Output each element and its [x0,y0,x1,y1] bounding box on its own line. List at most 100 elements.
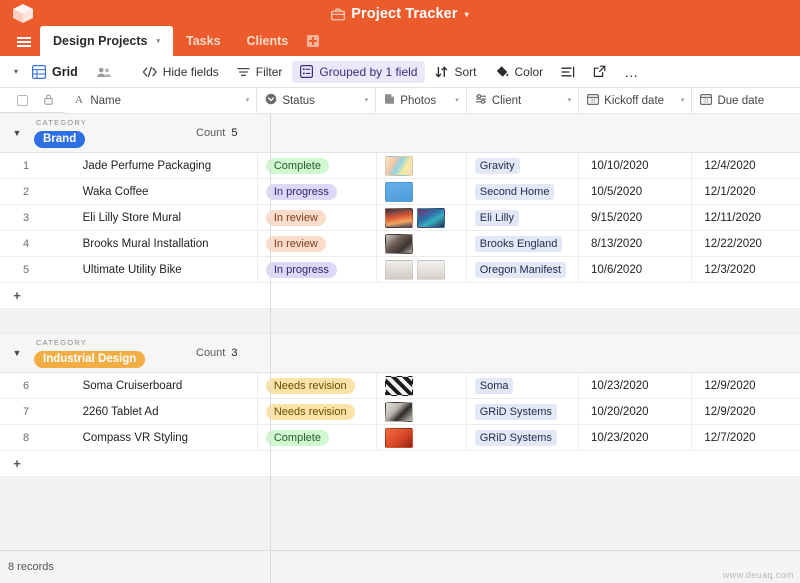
hamburger-menu-icon[interactable] [12,28,36,56]
cell-client[interactable]: Second Home [467,178,579,205]
cell-kickoff-date[interactable]: 10/6/2020 [579,256,693,283]
cell-name[interactable]: Compass VR Styling [66,424,258,451]
cell-name[interactable]: Eli Lilly Store Mural [66,204,258,231]
add-table-button[interactable] [301,26,325,56]
cell-status[interactable]: In progress [258,178,377,205]
add-record-row[interactable]: + [0,283,800,309]
add-record-plus-icon[interactable]: + [0,451,34,477]
cell-client[interactable]: Eli Lilly [467,204,579,231]
grid-body[interactable]: ▼ CATEGORY Brand Count 5 1 Jade Perfume Packag… [0,113,800,550]
client-chip[interactable]: Brooks England [474,235,563,252]
column-header-status[interactable]: Status ▾ [257,88,377,113]
cell-kickoff-date[interactable]: 10/23/2020 [579,372,693,399]
cell-client[interactable]: GRiD Systems [467,424,579,451]
color-button[interactable]: Color [487,61,552,83]
cell-due-date[interactable]: 12/9/2020 [692,399,800,425]
cell-photos[interactable] [377,230,467,257]
cell-photos[interactable] [377,398,467,425]
perfume-bottles-thumbnail[interactable] [384,155,413,176]
column-chevron-down-icon[interactable]: ▾ [455,96,459,104]
column-chevron-down-icon[interactable]: ▾ [246,96,250,104]
client-chip[interactable]: Eli Lilly [474,209,519,226]
cell-client[interactable]: Oregon Manifest [467,256,579,283]
cell-status[interactable]: Needs revision [258,398,377,425]
coffee-packet-thumbnail[interactable] [384,181,413,202]
table-row[interactable]: 8 Compass VR Styling Complete GRiD Systems 1… [0,424,800,451]
tab-tasks[interactable]: Tasks [173,26,234,56]
column-chevron-down-icon[interactable]: ▾ [365,96,369,104]
cell-kickoff-date[interactable]: 8/13/2020 [579,230,693,257]
table-row[interactable]: 1 Jade Perfume Packaging Complete Gravity 10… [0,152,800,179]
client-chip[interactable]: Oregon Manifest [474,261,567,278]
column-header-name[interactable]: A Name ▾ [65,88,258,113]
cell-photos[interactable] [377,178,467,205]
cell-due-date[interactable]: 12/22/2020 [692,231,800,257]
group-value-pill[interactable]: Industrial Design [34,350,146,368]
client-chip[interactable]: Second Home [474,183,555,200]
cell-photos[interactable] [377,204,467,231]
app-title-chevron-down-icon[interactable]: ▾ [465,10,469,19]
hide-fields-button[interactable]: Hide fields [134,61,227,83]
group-value-pill[interactable]: Brand [34,130,86,148]
table-row[interactable]: 6 Soma Cruiserboard Needs revision Soma 10/2… [0,372,800,399]
cell-kickoff-date[interactable]: 10/23/2020 [579,424,693,451]
sidebar-toggle-chevron-icon[interactable]: ▾ [10,67,24,76]
column-header-photos[interactable]: Photos ▾ [376,88,467,113]
client-chip[interactable]: Soma [474,377,514,394]
column-header-kickoff-date[interactable]: 31 Kickoff date ▾ [579,88,693,113]
cell-photos[interactable] [377,372,467,399]
mural-sketch-thumbnail[interactable] [384,207,413,228]
vr-headset-thumbnail[interactable] [384,427,413,448]
cell-status[interactable]: Complete [258,152,377,179]
cell-kickoff-date[interactable]: 10/5/2020 [579,178,693,205]
cell-kickoff-date[interactable]: 10/20/2020 [579,398,693,425]
column-header-due-date[interactable]: 31 Due date [692,88,800,113]
cell-status[interactable]: In review [258,230,377,257]
cell-status[interactable]: In progress [258,256,377,283]
column-chevron-down-icon[interactable]: ▾ [568,96,572,104]
cell-client[interactable]: Brooks England [467,230,579,257]
cell-name[interactable]: Waka Coffee [66,178,258,205]
cell-name[interactable]: Soma Cruiserboard [66,372,258,399]
add-record-row[interactable]: + [0,451,800,477]
cell-client[interactable]: GRiD Systems [467,398,579,425]
cell-client[interactable]: Soma [467,372,579,399]
cell-due-date[interactable]: 12/1/2020 [692,179,800,205]
cell-due-date[interactable]: 12/3/2020 [692,257,800,283]
skateboard-deck-thumbnail[interactable] [384,375,413,396]
cell-due-date[interactable]: 12/9/2020 [692,373,800,399]
mural-wall-thumbnail[interactable] [416,207,445,228]
tab-clients[interactable]: Clients [234,26,302,56]
group-header[interactable]: ▼ CATEGORY Industrial Design Count 3 [0,333,800,373]
table-row[interactable]: 5 Ultimate Utility Bike In progress Oregon … [0,256,800,283]
cell-name[interactable]: Brooks Mural Installation [66,230,258,257]
cell-due-date[interactable]: 12/11/2020 [692,205,800,231]
client-chip[interactable]: GRiD Systems [474,403,557,420]
cell-name[interactable]: 2260 Tablet Ad [66,398,258,425]
more-options-button[interactable]: … [616,61,646,83]
column-chevron-down-icon[interactable]: ▾ [681,96,685,104]
tab-chevron-down-icon[interactable]: ▾ [156,37,160,45]
table-row[interactable]: 3 Eli Lilly Store Mural In review Eli Lilly… [0,204,800,231]
group-collapse-icon[interactable]: ▼ [0,128,34,138]
cell-name[interactable]: Ultimate Utility Bike [66,256,258,283]
cell-photos[interactable] [377,424,467,451]
column-header-client[interactable]: Client ▾ [466,88,580,113]
client-chip[interactable]: Gravity [474,157,520,174]
share-view-button[interactable] [585,61,614,83]
laptop-thumbnail[interactable] [384,401,413,422]
table-row[interactable]: 7 2260 Tablet Ad Needs revision GRiD System… [0,398,800,425]
view-selector-grid[interactable]: Grid [24,61,86,83]
filter-button[interactable]: Filter [229,61,291,83]
client-chip[interactable]: GRiD Systems [474,429,557,446]
row-height-button[interactable] [553,61,583,83]
cell-status[interactable]: Needs revision [258,372,377,399]
cell-kickoff-date[interactable]: 9/15/2020 [579,204,693,231]
bike-side-thumbnail[interactable] [416,259,445,280]
cell-client[interactable]: Gravity [467,152,579,179]
select-all-checkbox[interactable] [17,95,28,106]
cell-due-date[interactable]: 12/4/2020 [692,153,800,179]
add-record-plus-icon[interactable]: + [0,283,34,309]
installation-photo-thumbnail[interactable] [384,233,413,254]
table-row[interactable]: 2 Waka Coffee In progress Second Home 10/5/2… [0,178,800,205]
